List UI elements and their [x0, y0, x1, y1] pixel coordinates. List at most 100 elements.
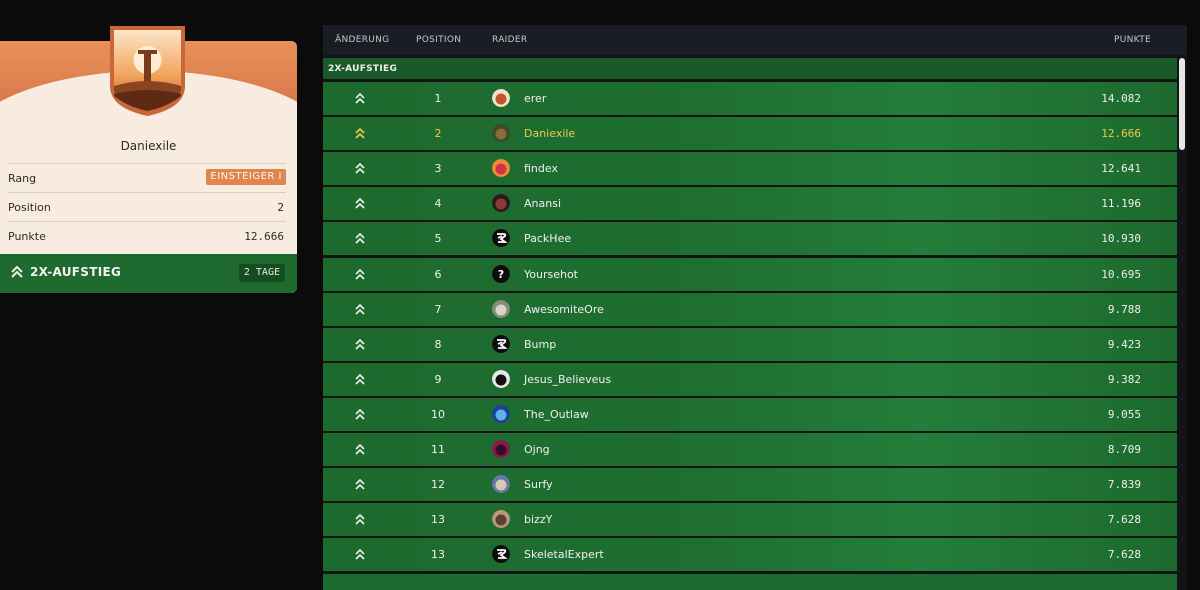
double-chevron-up-icon	[355, 303, 365, 315]
points-value: 12.666	[244, 230, 284, 243]
position-label: Position	[8, 201, 51, 214]
row-position: 4	[434, 197, 442, 211]
table-row[interactable]: 7 AwesomiteOre 9.788	[323, 292, 1177, 326]
scrollbar-thumb[interactable]	[1179, 58, 1185, 150]
double-chevron-up-icon	[355, 92, 365, 104]
row-points: 12.666	[1101, 127, 1141, 141]
double-chevron-up-icon	[355, 233, 365, 244]
column-points[interactable]: PUNKTE	[1114, 35, 1151, 45]
row-raider-name[interactable]: bizzY	[524, 513, 552, 526]
rank-emblem-icon	[110, 26, 185, 116]
promotion-label: 2X-AUFSTIEG	[30, 265, 122, 279]
row-position: 13	[431, 513, 445, 527]
points-row: Punkte 12.666	[8, 221, 286, 251]
row-points: 10.695	[1101, 267, 1141, 281]
row-points: 7.628	[1107, 513, 1141, 527]
row-raider-name[interactable]: Anansi	[524, 197, 561, 210]
table-row[interactable]: 2 Daniexile 12.666	[323, 117, 1177, 151]
row-raider-name[interactable]: findex	[524, 162, 558, 175]
table-row[interactable]: 9 Jesus_Believeus 9.382	[323, 362, 1177, 396]
table-row[interactable]: 10 The_Outlaw 9.055	[323, 397, 1177, 431]
leaderboard-header: ÄNDERUNG POSITION RAIDER PUNKTE	[323, 25, 1187, 55]
profile-card: Daniexile Rang EINSTEIGER I Position 2 P…	[0, 26, 297, 293]
table-row[interactable]: 1 erer 14.082	[323, 82, 1177, 115]
double-chevron-up-icon	[355, 549, 365, 560]
row-points: 7.839	[1107, 478, 1141, 492]
rank-row: Rang EINSTEIGER I	[8, 163, 286, 193]
double-chevron-up-icon	[355, 478, 365, 490]
double-chevron-up-icon	[355, 163, 365, 174]
table-row[interactable]: 3 findex 12.641	[323, 152, 1177, 186]
table-row[interactable]: 4 Anansi 11.196	[323, 187, 1177, 221]
table-row[interactable]: 13 SkeletalExpert 7.628	[323, 538, 1177, 572]
table-row[interactable]: 11 Ojng 8.709	[323, 433, 1177, 466]
row-position: 11	[431, 443, 445, 456]
row-raider-name[interactable]: PackHee	[524, 232, 571, 245]
rock-avatar	[492, 299, 510, 318]
row-points: 14.082	[1101, 92, 1141, 105]
player-name: Daniexile	[120, 139, 177, 153]
promotion-bar: 2X-AUFSTIEG 2 TAGE	[0, 254, 297, 293]
section-title: 2X-AUFSTIEG	[328, 64, 398, 74]
row-raider-name[interactable]: Ojng	[524, 443, 550, 456]
person-avatar	[492, 475, 510, 494]
double-chevron-up-icon	[355, 198, 365, 209]
row-raider-name[interactable]: SkeletalExpert	[524, 548, 604, 561]
table-row[interactable]: 13 bizzY 7.628	[323, 503, 1177, 537]
row-position: 2	[434, 127, 442, 141]
rank-label: Rang	[8, 172, 37, 185]
svg-text:?: ?	[498, 268, 504, 281]
rank-badge: EINSTEIGER I	[206, 169, 286, 185]
default-logo-avatar	[492, 229, 510, 248]
table-row[interactable]: 5 PackHee 10.930	[323, 222, 1177, 256]
position-value: 2	[277, 201, 284, 214]
double-chevron-up-icon	[355, 268, 365, 280]
double-chevron-up-icon	[355, 127, 365, 139]
row-raider-name[interactable]: Jesus_Believeus	[524, 373, 611, 386]
row-raider-name[interactable]: Yoursehot	[524, 268, 578, 281]
row-raider-name[interactable]: The_Outlaw	[524, 408, 589, 421]
face-avatar	[492, 510, 510, 529]
row-points: 8.709	[1107, 443, 1141, 456]
double-chevron-up-icon	[355, 338, 365, 350]
double-chevron-up-icon	[11, 265, 23, 278]
double-chevron-up-icon	[355, 373, 365, 385]
row-position: 6	[434, 267, 442, 281]
table-row[interactable]: 12 Surfy 7.839	[323, 468, 1177, 502]
position-row: Position 2	[8, 192, 286, 222]
fox-avatar	[492, 89, 510, 107]
double-chevron-up-icon	[355, 443, 365, 455]
row-position: 7	[434, 302, 442, 316]
section-header: 2X-AUFSTIEG	[323, 58, 1177, 79]
row-position: 5	[434, 232, 442, 246]
row-points: 9.055	[1107, 407, 1141, 421]
table-row[interactable]	[323, 574, 1177, 590]
table-row[interactable]: 6? Yoursehot 10.695	[323, 257, 1177, 291]
pirate-avatar	[492, 369, 510, 388]
sunset-avatar	[492, 159, 510, 178]
row-raider-name[interactable]: Surfy	[524, 478, 553, 491]
row-points: 9.423	[1107, 337, 1141, 351]
row-points: 12.641	[1101, 162, 1141, 176]
points-label: Punkte	[8, 230, 46, 243]
row-position: 8	[434, 337, 442, 351]
row-points: 9.382	[1107, 372, 1141, 386]
row-position: 1	[434, 92, 442, 105]
double-chevron-up-icon	[355, 514, 365, 525]
row-raider-name[interactable]: Daniexile	[524, 127, 575, 140]
row-position: 13	[431, 548, 445, 562]
table-row[interactable]: 8 Bump 9.423	[323, 327, 1177, 361]
row-raider-name[interactable]: erer	[524, 92, 546, 105]
column-change[interactable]: ÄNDERUNG	[335, 35, 389, 45]
row-points: 10.930	[1101, 232, 1141, 246]
promotion-days-badge: 2 TAGE	[238, 264, 285, 282]
row-raider-name[interactable]: AwesomiteOre	[524, 303, 604, 316]
row-position: 12	[431, 478, 445, 492]
question-avatar: ?	[492, 264, 510, 283]
column-position[interactable]: POSITION	[416, 35, 461, 45]
row-points: 7.628	[1107, 548, 1141, 562]
column-raider[interactable]: RAIDER	[492, 35, 527, 45]
row-position: 3	[434, 162, 442, 176]
row-raider-name[interactable]: Bump	[524, 338, 556, 351]
default-logo-avatar	[492, 334, 510, 353]
